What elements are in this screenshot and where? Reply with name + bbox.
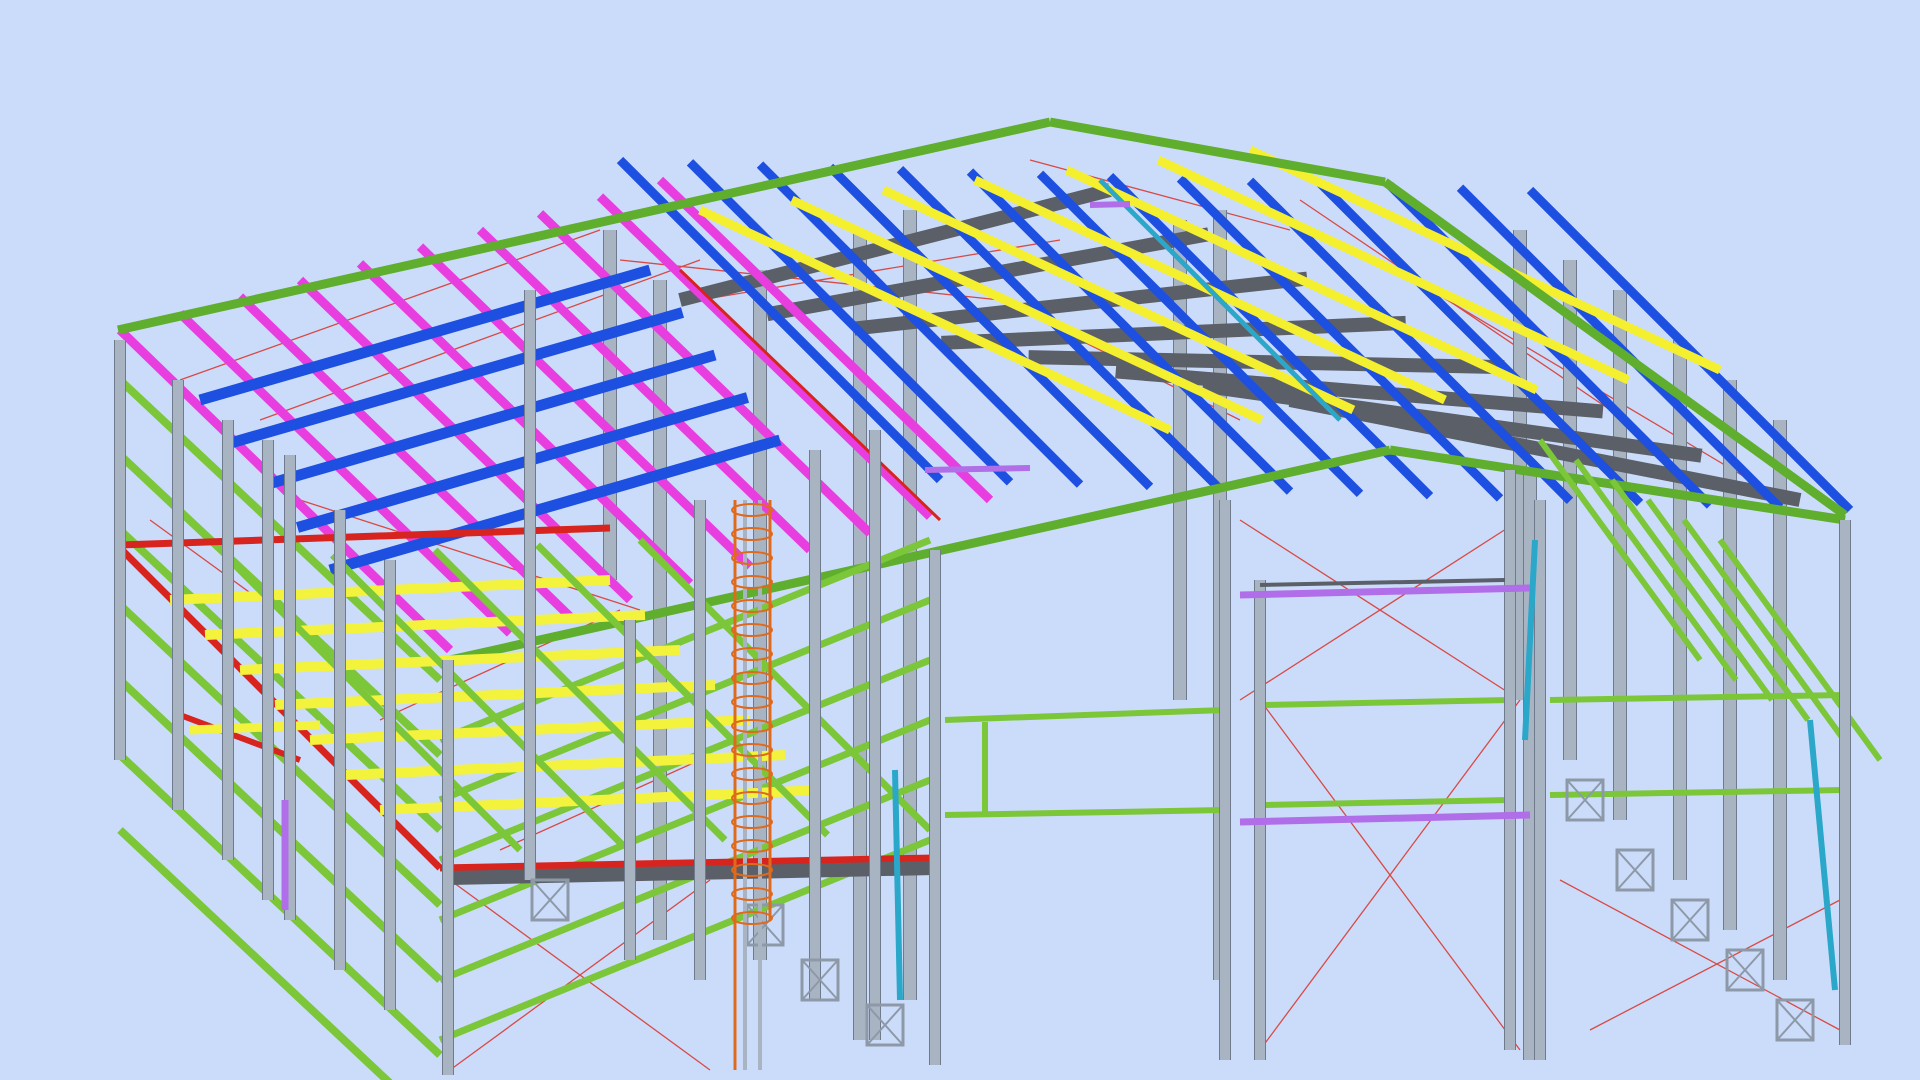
gable-girt-3 [1264,797,1511,808]
landing-beam [189,720,321,735]
right-wall-girt-4 [1681,518,1847,742]
roof-violet-strut-a [924,465,1031,473]
cyan-knee-brace-2 [1807,719,1838,991]
floor-edge-back [119,524,611,549]
steel-structure-model[interactable] [0,0,1920,1080]
door-header-top [1239,584,1531,599]
3d-model-viewport[interactable] [0,0,1920,1080]
gable-girt-0 [944,707,1226,723]
roof-violet-strut-b [1089,201,1131,208]
door-header-bottom [1239,811,1531,826]
right-wall-girt-5 [1717,538,1883,762]
gable-girt-4 [1549,692,1846,703]
gable-girt-2 [1264,697,1511,708]
floor-beam-5 [344,750,786,780]
bracing-line-6 [1559,879,1841,1031]
cyan-knee-brace-0 [892,769,903,1001]
right-wall-girt-2 [1609,478,1775,702]
ridge-beam [1049,117,1386,187]
purlin-blue-lower-4 [328,434,782,576]
floor-front-girder [449,861,936,885]
door-lintel [1259,578,1506,587]
